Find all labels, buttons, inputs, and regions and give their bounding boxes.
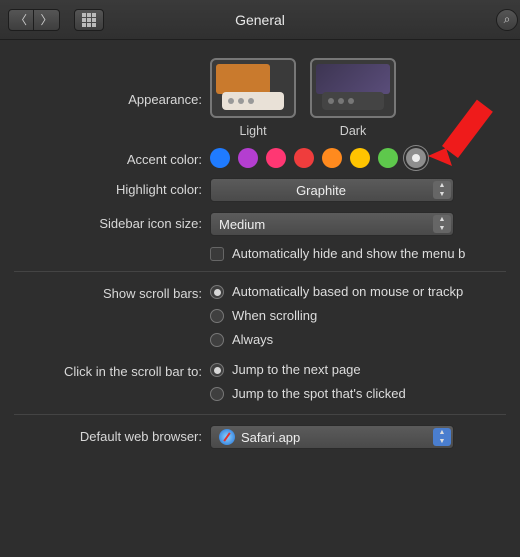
grid-icon: [82, 13, 96, 27]
radio-option[interactable]: Jump to the spot that's clicked: [210, 384, 520, 404]
sidebar-icon-size-select[interactable]: Medium ▲▼: [210, 212, 454, 236]
radio-label: Jump to the spot that's clicked: [232, 384, 406, 404]
show-all-button[interactable]: [74, 9, 104, 31]
accent-color-swatch[interactable]: [322, 148, 342, 168]
radio-label: Automatically based on mouse or trackp: [232, 282, 463, 302]
back-button[interactable]: 〈: [8, 9, 34, 31]
accent-color-swatch[interactable]: [294, 148, 314, 168]
default-browser-select[interactable]: Safari.app ▲▼: [210, 425, 454, 449]
appearance-option-dark[interactable]: [310, 58, 396, 118]
accent-color-swatch[interactable]: [238, 148, 258, 168]
chevron-left-icon: 〈: [15, 11, 27, 28]
divider: [14, 271, 506, 272]
autohide-menubar-checkbox[interactable]: [210, 247, 224, 261]
autohide-menubar-label: Automatically hide and show the menu b: [232, 246, 465, 261]
highlight-color-select[interactable]: Graphite ▲▼: [210, 178, 454, 202]
default-browser-value: Safari.app: [241, 430, 300, 445]
content: Appearance: Light Dark Accent color:: [0, 40, 520, 449]
radio-icon: [210, 387, 224, 401]
radio-icon: [210, 333, 224, 347]
radio-label: Always: [232, 330, 273, 350]
click-scrollbar-label: Click in the scroll bar to:: [0, 360, 210, 379]
accent-color-swatch[interactable]: [210, 148, 230, 168]
accent-color-swatch[interactable]: [406, 148, 426, 168]
chevron-right-icon: 〉: [40, 11, 52, 28]
radio-option[interactable]: Jump to the next page: [210, 360, 520, 380]
accent-color-swatches: [210, 148, 520, 168]
radio-option[interactable]: Always: [210, 330, 520, 350]
appearance-option-label: Dark: [340, 124, 366, 138]
accent-color-label: Accent color:: [0, 148, 210, 167]
radio-option[interactable]: Automatically based on mouse or trackp: [210, 282, 520, 302]
forward-button[interactable]: 〉: [34, 9, 60, 31]
show-scrollbars-label: Show scroll bars:: [0, 282, 210, 301]
highlight-color-label: Highlight color:: [0, 178, 210, 197]
appearance-label: Appearance:: [0, 58, 210, 107]
radio-icon: [210, 285, 224, 299]
radio-option[interactable]: When scrolling: [210, 306, 520, 326]
sidebar-icon-size-label: Sidebar icon size:: [0, 212, 210, 231]
radio-icon: [210, 363, 224, 377]
stepper-icon: ▲▼: [433, 428, 451, 446]
stepper-icon: ▲▼: [433, 181, 451, 199]
radio-label: When scrolling: [232, 306, 317, 326]
stepper-icon: ▲▼: [433, 215, 451, 233]
search-icon: ⌕: [504, 12, 511, 27]
sidebar-icon-size-value: Medium: [219, 217, 265, 232]
accent-color-swatch[interactable]: [266, 148, 286, 168]
appearance-option-light[interactable]: [210, 58, 296, 118]
search-button[interactable]: ⌕: [496, 9, 518, 31]
accent-color-swatch[interactable]: [350, 148, 370, 168]
toolbar: 〈 〉 General ⌕: [0, 0, 520, 40]
divider: [14, 414, 506, 415]
radio-label: Jump to the next page: [232, 360, 361, 380]
radio-icon: [210, 309, 224, 323]
safari-icon: [219, 429, 235, 445]
appearance-option-label: Light: [239, 124, 266, 138]
accent-color-swatch[interactable]: [378, 148, 398, 168]
default-browser-label: Default web browser:: [0, 425, 210, 444]
highlight-color-value: Graphite: [296, 183, 346, 198]
